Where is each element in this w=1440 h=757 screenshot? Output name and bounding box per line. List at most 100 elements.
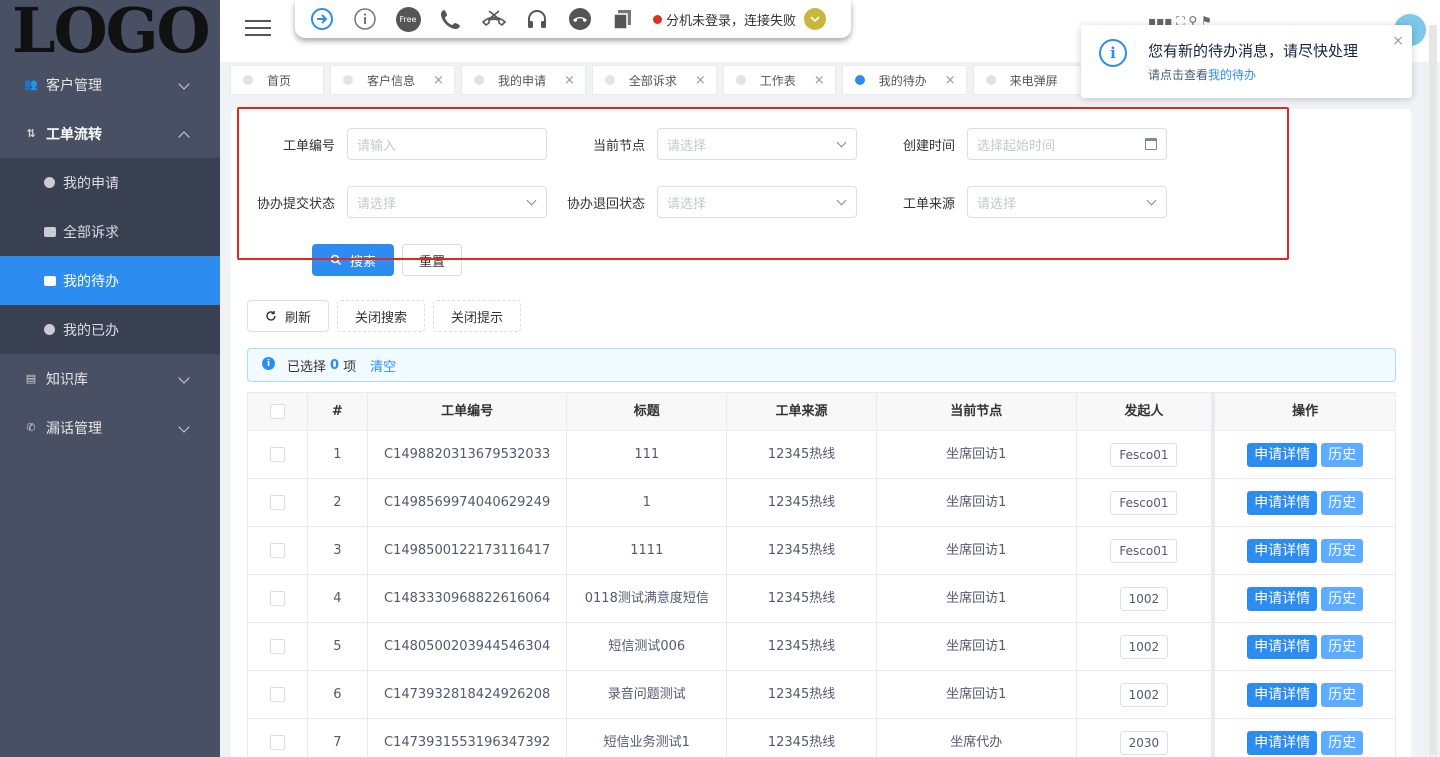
detail-button[interactable]: 申请详情 <box>1247 682 1318 707</box>
row-index: 7 <box>308 719 368 757</box>
call-icon[interactable] <box>438 6 464 32</box>
reset-button[interactable]: 重置 <box>402 244 462 276</box>
tab-close-icon[interactable]: × <box>695 73 706 88</box>
free-label: Free <box>395 6 421 32</box>
row-checkbox[interactable] <box>269 591 285 606</box>
tab[interactable]: 我的申请 × <box>460 65 586 95</box>
history-button[interactable]: 历史 <box>1321 634 1364 659</box>
row-checkbox[interactable] <box>269 639 285 654</box>
tab-status-dot-icon <box>854 75 865 85</box>
tab[interactable]: 首页 <box>230 65 325 95</box>
history-button[interactable]: 历史 <box>1321 730 1364 755</box>
initiator-tag: 1002 <box>1119 586 1169 611</box>
row-checkbox[interactable] <box>269 495 285 510</box>
assist-submit-select[interactable]: 请选择 <box>347 186 547 218</box>
detail-button[interactable]: 申请详情 <box>1247 442 1318 467</box>
table-row: 3 C1498500122173116417 1111 12345热线 坐席回访1 Fes… <box>248 527 1395 575</box>
tab-status-dot-icon <box>604 75 615 85</box>
chevron-down-icon <box>836 195 847 205</box>
sidebar-item[interactable]: ✆ 漏话管理 <box>0 403 220 452</box>
history-button[interactable]: 历史 <box>1321 442 1364 467</box>
column-header: 工单来源 <box>727 393 877 430</box>
hangup-icon[interactable] <box>481 6 507 32</box>
initiator-cell: 1002 <box>1077 575 1213 622</box>
sidebar-item[interactable]: ▤ 知识库 <box>0 354 220 403</box>
search-button[interactable]: 搜索 <box>312 244 394 276</box>
tab-close-icon[interactable]: × <box>945 73 956 88</box>
refresh-button[interactable]: 刷新 <box>247 300 329 332</box>
detail-button[interactable]: 申请详情 <box>1247 730 1318 755</box>
row-index: 2 <box>308 479 368 526</box>
end-call-icon[interactable] <box>567 6 593 32</box>
detail-button[interactable]: 申请详情 <box>1247 490 1318 515</box>
tab-close-icon[interactable]: × <box>433 73 444 88</box>
detail-button[interactable]: 申请详情 <box>1247 586 1318 611</box>
history-button[interactable]: 历史 <box>1321 538 1364 563</box>
field-label: 协办退回状态 <box>566 196 645 212</box>
ticket-no-input[interactable]: 请输入 <box>347 128 547 160</box>
detail-button[interactable]: 申请详情 <box>1247 634 1318 659</box>
select-all-cell <box>248 393 308 430</box>
notice-link[interactable]: 我的待办 <box>1208 68 1256 82</box>
sidebar-subitem[interactable]: 全部诉求 <box>0 207 220 256</box>
todo-notification: i 您有新的待办消息，请尽快处理 请点击查看我的待办 × <box>1081 25 1412 98</box>
sidebar-item[interactable]: ⇅ 工单流转 <box>0 109 220 158</box>
initiator-tag: Fesco01 <box>1110 490 1178 515</box>
free-icon[interactable]: Free <box>395 6 421 32</box>
menu-toggle-icon[interactable] <box>245 20 271 38</box>
close-icon[interactable]: × <box>1392 33 1404 49</box>
tab[interactable]: 我的待办 × <box>841 65 967 95</box>
sidebar-subitem-label: 全部诉求 <box>63 224 119 241</box>
row-index: 6 <box>308 671 368 718</box>
node-cell: 坐席回访1 <box>877 431 1077 478</box>
tab[interactable]: 来电弹屏 <box>972 65 1091 95</box>
row-checkbox[interactable] <box>269 543 285 558</box>
table-row: 1 C1498820313679532033 111 12345热线 坐席回访1 Fesc… <box>248 431 1395 479</box>
info-icon[interactable] <box>352 6 378 32</box>
sidebar-subitem[interactable]: 我的待办 <box>0 256 220 305</box>
row-index: 1 <box>308 431 368 478</box>
row-checkbox[interactable] <box>269 687 285 702</box>
history-button[interactable]: 历史 <box>1321 490 1364 515</box>
selection-prefix: 已选择 <box>287 359 327 375</box>
tab[interactable]: 工作表 × <box>722 65 836 95</box>
assist-return-select[interactable]: 请选择 <box>657 186 857 218</box>
row-select-cell <box>248 527 308 574</box>
detail-button[interactable]: 申请详情 <box>1247 538 1318 563</box>
tab-close-icon[interactable]: × <box>814 73 825 88</box>
login-icon[interactable] <box>309 6 335 32</box>
notice-desc: 请点击查看我的待办 <box>1148 66 1256 83</box>
notice-desc-text: 请点击查看 <box>1148 68 1209 82</box>
create-time-picker[interactable]: 选择起始时间 <box>967 128 1167 160</box>
sidebar-item[interactable]: 👥 客户管理 <box>0 60 220 109</box>
sidebar-subitem-label: 我的申请 <box>63 175 119 192</box>
actions-cell: 申请详情 历史 <box>1212 431 1395 478</box>
tab-close-icon[interactable]: × <box>564 73 575 88</box>
sidebar-subitem[interactable]: 我的已办 <box>0 305 220 354</box>
select-all-checkbox[interactable] <box>269 404 285 419</box>
tab[interactable]: 客户信息 × <box>330 65 455 95</box>
history-button[interactable]: 历史 <box>1321 586 1364 611</box>
actions-cell: 申请详情 历史 <box>1212 623 1395 670</box>
status-dropdown-icon[interactable] <box>804 8 827 30</box>
refresh-label: 刷新 <box>284 310 311 326</box>
close-search-button[interactable]: 关闭搜索 <box>337 300 425 332</box>
current-node-select[interactable]: 请选择 <box>657 128 857 160</box>
ticket-source-select[interactable]: 请选择 <box>967 186 1167 218</box>
info-icon: i <box>262 357 275 370</box>
headset-icon[interactable] <box>524 6 550 32</box>
tab-label: 全部诉求 <box>628 73 677 88</box>
tab-label: 首页 <box>267 73 292 88</box>
row-checkbox[interactable] <box>269 735 285 750</box>
ticket-no-cell: C1483330968822616064 <box>368 575 568 622</box>
sidebar: LOGO 👥 客户管理 ⇅ 工单流转 我的申请 全部诉求 我的待办 我的已办 ▤ 知识库 ✆ 漏话管理 <box>0 0 220 757</box>
page-scrollbar[interactable] <box>1429 25 1437 755</box>
table-header: # 工单编号 标题 工单来源 当前节点 发起人 操作 <box>248 393 1395 431</box>
sidebar-subitem[interactable]: 我的申请 <box>0 158 220 207</box>
tab[interactable]: 全部诉求 × <box>591 65 717 95</box>
row-checkbox[interactable] <box>269 447 285 462</box>
copy-icon[interactable] <box>610 6 636 32</box>
clear-selection-link[interactable]: 清空 <box>370 356 396 375</box>
history-button[interactable]: 历史 <box>1321 682 1364 707</box>
close-tip-button[interactable]: 关闭提示 <box>433 300 521 332</box>
